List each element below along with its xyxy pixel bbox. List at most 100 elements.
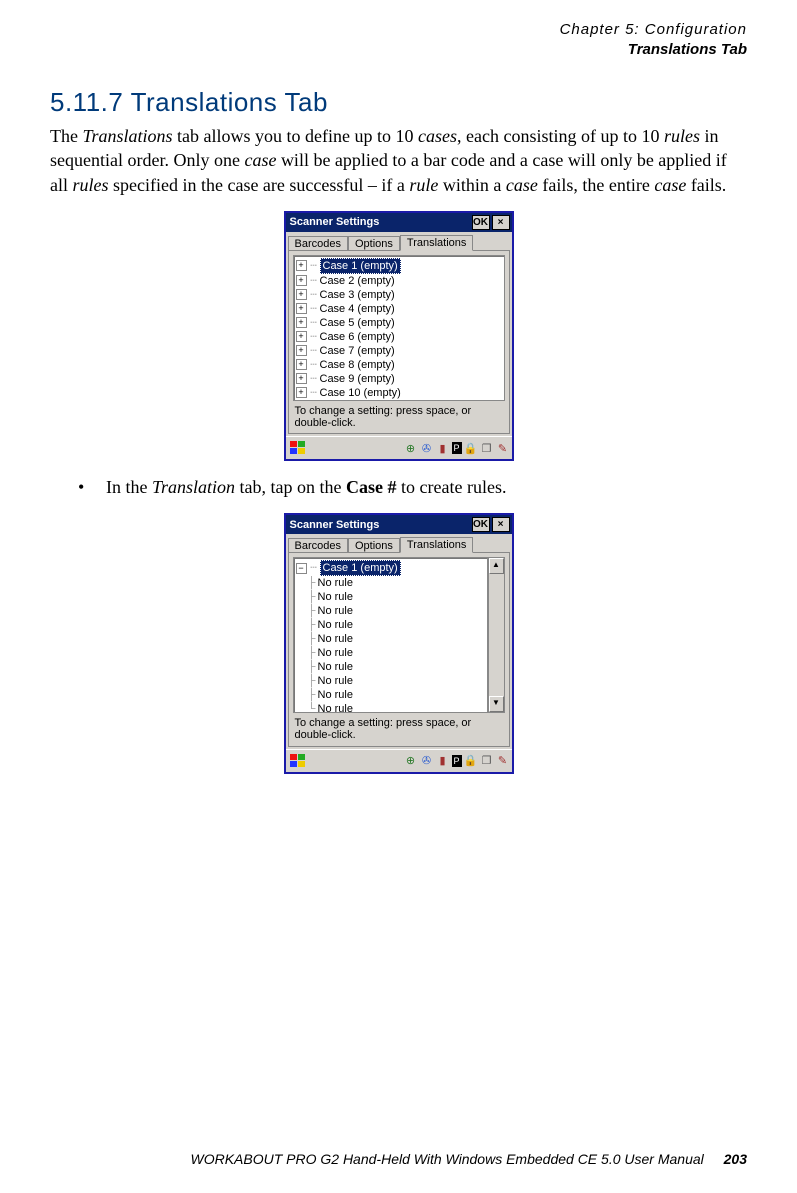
ok-button[interactable]: OK	[472, 517, 490, 532]
tree-connector: ┄	[310, 259, 318, 273]
tree-label[interactable]: Case 10 (empty)	[320, 386, 401, 400]
tree-item[interactable]: +┄Case 7 (empty)	[296, 344, 502, 358]
tree-item[interactable]: ├No rule	[296, 688, 485, 702]
expand-icon[interactable]: +	[296, 387, 307, 398]
tree-item[interactable]: +┄Case 8 (empty)	[296, 358, 502, 372]
collapse-icon[interactable]: −	[296, 563, 307, 574]
text: In the	[106, 477, 152, 497]
tree-item[interactable]: −┄Case 1 (empty)	[296, 560, 485, 576]
tree-label[interactable]: Case 1 (empty)	[320, 258, 401, 274]
tree-label[interactable]: Case 2 (empty)	[320, 274, 395, 288]
tree-label[interactable]: Case 8 (empty)	[320, 358, 395, 372]
globe-icon[interactable]: ⊕	[404, 441, 418, 455]
tree-item[interactable]: ├No rule	[296, 604, 485, 618]
tree-item[interactable]: ├No rule	[296, 646, 485, 660]
titlebar[interactable]: Scanner Settings OK ×	[286, 515, 512, 534]
tab-barcodes[interactable]: Barcodes	[288, 538, 348, 553]
tab-translations[interactable]: Translations	[400, 537, 474, 553]
card-icon[interactable]: ▮	[436, 754, 450, 768]
rule-label[interactable]: No rule	[318, 604, 353, 618]
tree-item[interactable]: +┄Case 6 (empty)	[296, 330, 502, 344]
tree-item[interactable]: +┄Case 3 (empty)	[296, 288, 502, 302]
scrollbar[interactable]: ▲ ▼	[488, 557, 505, 713]
tree-item[interactable]: ├No rule	[296, 576, 485, 590]
doc-icon[interactable]: ❐	[480, 754, 494, 768]
expand-icon[interactable]: +	[296, 289, 307, 300]
tab-options[interactable]: Options	[348, 538, 400, 553]
expand-icon[interactable]: +	[296, 260, 307, 271]
tree-label[interactable]: Case 6 (empty)	[320, 330, 395, 344]
tree-item[interactable]: ├No rule	[296, 674, 485, 688]
close-button[interactable]: ×	[492, 517, 510, 532]
tree-item[interactable]: +┄Case 10 (empty)	[296, 386, 502, 400]
case-tree[interactable]: +┄Case 1 (empty) +┄Case 2 (empty) +┄Case…	[293, 255, 505, 401]
rule-label[interactable]: No rule	[318, 702, 353, 713]
rule-label[interactable]: No rule	[318, 576, 353, 590]
tree-item[interactable]: +┄Case 4 (empty)	[296, 302, 502, 316]
rule-label[interactable]: No rule	[318, 632, 353, 646]
case-tree-expanded[interactable]: −┄Case 1 (empty) ├No rule ├No rule ├No r…	[293, 557, 488, 713]
rule-label[interactable]: No rule	[318, 660, 353, 674]
expand-icon[interactable]: +	[296, 317, 307, 328]
text-italic: rule	[409, 175, 438, 195]
pen-icon[interactable]: ✎	[496, 441, 510, 455]
tree-item[interactable]: └No rule	[296, 702, 485, 713]
system-tray[interactable]: ⊕ ✇ ▮ P 🔒 ❐ ✎	[404, 754, 510, 768]
tree-label[interactable]: Case 4 (empty)	[320, 302, 395, 316]
rule-label[interactable]: No rule	[318, 674, 353, 688]
expand-icon[interactable]: +	[296, 275, 307, 286]
tab-translations[interactable]: Translations	[400, 235, 474, 251]
tree-label[interactable]: Case 1 (empty)	[320, 560, 401, 576]
scroll-down-button[interactable]: ▼	[489, 696, 504, 712]
system-tray[interactable]: ⊕ ✇ ▮ P 🔒 ❐ ✎	[404, 441, 510, 455]
tree-item[interactable]: +┄Case 5 (empty)	[296, 316, 502, 330]
tree-item[interactable]: ├No rule	[296, 660, 485, 674]
scroll-up-button[interactable]: ▲	[489, 558, 504, 574]
card-icon[interactable]: ▮	[436, 441, 450, 455]
tree-connector: ┄	[310, 288, 318, 302]
titlebar[interactable]: Scanner Settings OK ×	[286, 213, 512, 232]
text: fails.	[686, 175, 726, 195]
tab-options[interactable]: Options	[348, 236, 400, 251]
tab-barcodes[interactable]: Barcodes	[288, 236, 348, 251]
network-icon[interactable]: ✇	[420, 441, 434, 455]
tree-connector: └	[308, 702, 316, 713]
doc-icon[interactable]: ❐	[480, 441, 494, 455]
expand-icon[interactable]: +	[296, 359, 307, 370]
tree-item[interactable]: ├No rule	[296, 590, 485, 604]
lock-icon[interactable]: 🔒	[464, 754, 478, 768]
page-footer: WORKABOUT PRO G2 Hand-Held With Windows …	[50, 1151, 747, 1167]
network-icon[interactable]: ✇	[420, 754, 434, 768]
taskbar[interactable]: ⊕ ✇ ▮ P 🔒 ❐ ✎	[286, 436, 512, 459]
start-icon[interactable]	[288, 752, 308, 770]
pen-icon[interactable]: ✎	[496, 754, 510, 768]
tree-label[interactable]: Case 5 (empty)	[320, 316, 395, 330]
hint-text: To change a setting: press space, or dou…	[293, 401, 505, 429]
rule-label[interactable]: No rule	[318, 646, 353, 660]
rule-label[interactable]: No rule	[318, 688, 353, 702]
globe-icon[interactable]: ⊕	[404, 754, 418, 768]
device-icon[interactable]: P	[452, 755, 462, 767]
tree-item[interactable]: +┄Case 1 (empty)	[296, 258, 502, 274]
rule-label[interactable]: No rule	[318, 590, 353, 604]
taskbar[interactable]: ⊕ ✇ ▮ P 🔒 ❐ ✎	[286, 749, 512, 772]
ok-button[interactable]: OK	[472, 215, 490, 230]
lock-icon[interactable]: 🔒	[464, 441, 478, 455]
text: within a	[438, 175, 506, 195]
tree-item[interactable]: ├No rule	[296, 632, 485, 646]
tree-item[interactable]: +┄Case 9 (empty)	[296, 372, 502, 386]
tree-item[interactable]: ├No rule	[296, 618, 485, 632]
expand-icon[interactable]: +	[296, 373, 307, 384]
tree-item[interactable]: +┄Case 2 (empty)	[296, 274, 502, 288]
rule-label[interactable]: No rule	[318, 618, 353, 632]
tree-label[interactable]: Case 7 (empty)	[320, 344, 395, 358]
close-button[interactable]: ×	[492, 215, 510, 230]
start-icon[interactable]	[288, 439, 308, 457]
text: fails, the entire	[538, 175, 654, 195]
tree-label[interactable]: Case 3 (empty)	[320, 288, 395, 302]
expand-icon[interactable]: +	[296, 345, 307, 356]
tree-label[interactable]: Case 9 (empty)	[320, 372, 395, 386]
device-icon[interactable]: P	[452, 442, 462, 454]
expand-icon[interactable]: +	[296, 331, 307, 342]
expand-icon[interactable]: +	[296, 303, 307, 314]
